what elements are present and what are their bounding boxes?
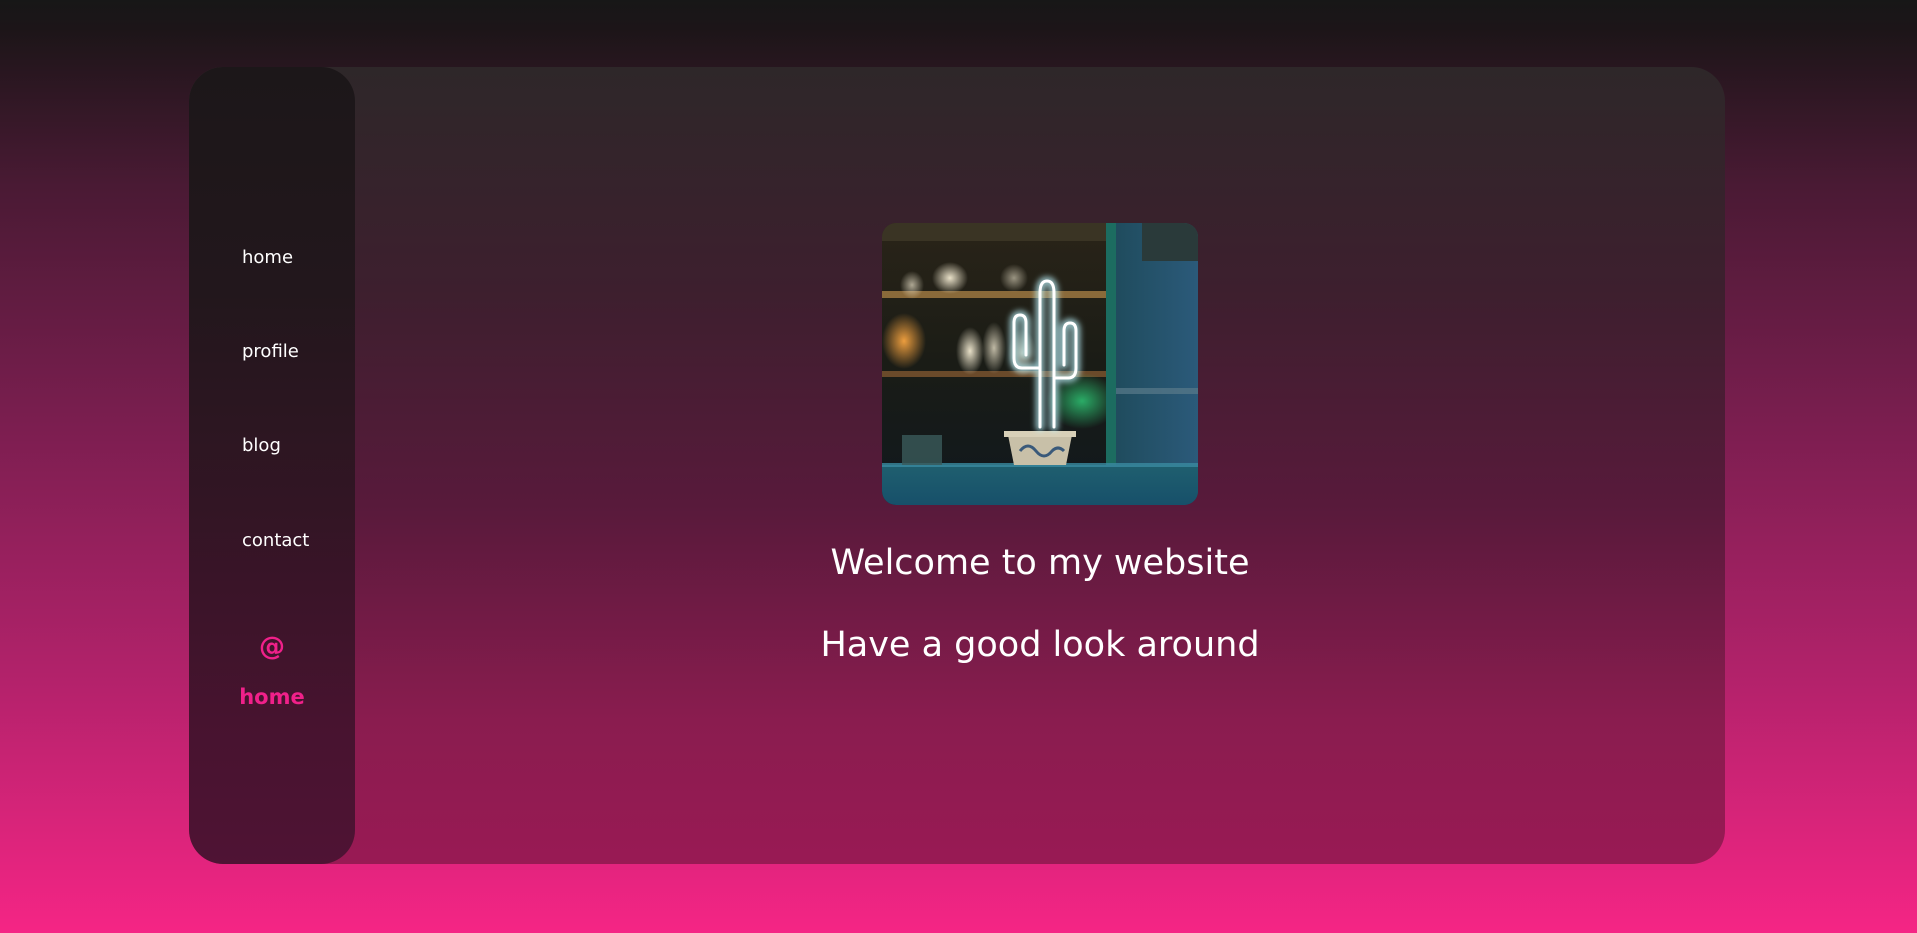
- hero-image: [882, 223, 1198, 505]
- nav-link-profile[interactable]: profile: [242, 341, 299, 362]
- app-card: home profile blog contact @ home Welcome…: [189, 67, 1725, 864]
- nav-link-contact[interactable]: contact: [242, 530, 309, 551]
- subtitle-heading: Have a good look around: [820, 625, 1260, 665]
- sidebar-nav: home profile blog contact @ home: [189, 67, 355, 864]
- welcome-heading: Welcome to my website: [830, 543, 1250, 583]
- nav-link-blog[interactable]: blog: [242, 435, 281, 456]
- neon-cactus-photo-icon: [882, 223, 1198, 505]
- brand-at-symbol: @: [259, 632, 285, 662]
- nav-link-home[interactable]: home: [242, 247, 293, 268]
- brand-home-link[interactable]: home: [189, 685, 355, 709]
